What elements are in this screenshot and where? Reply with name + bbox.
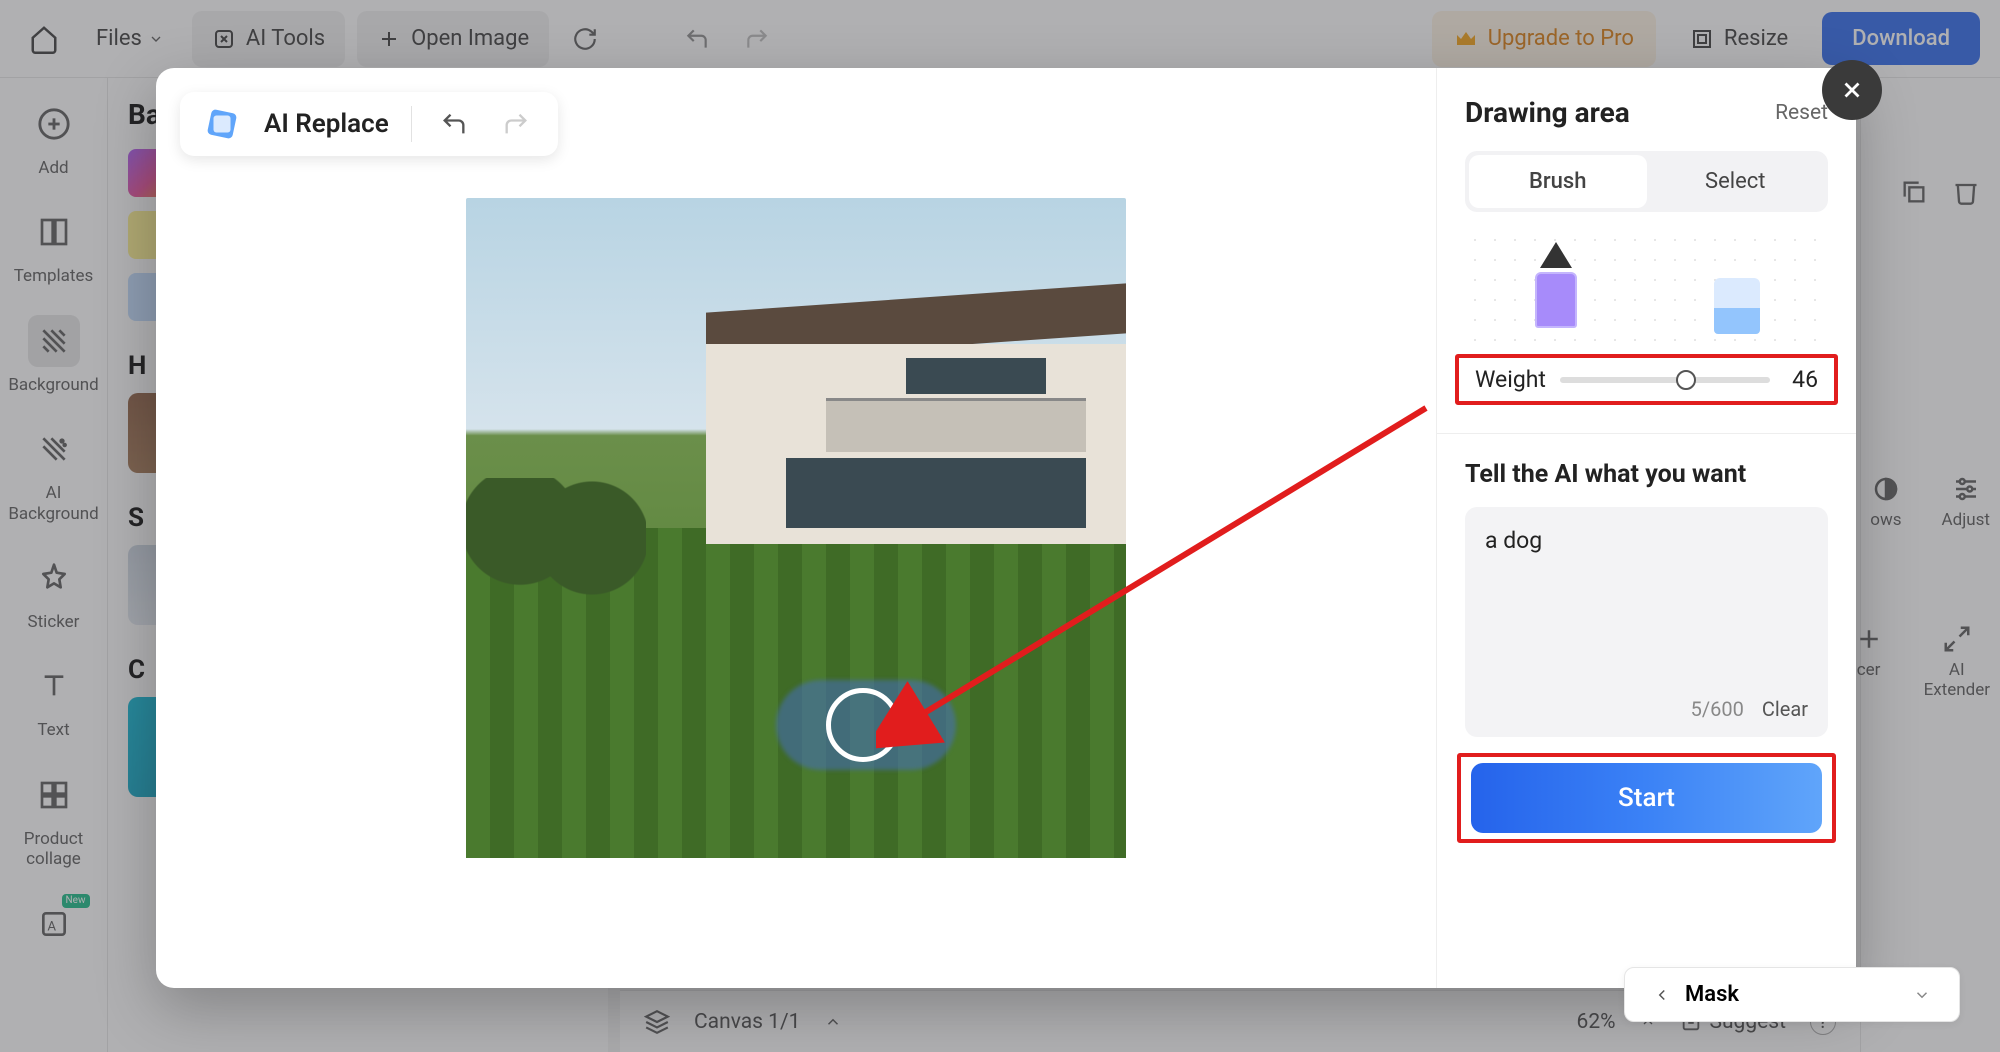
tab-select[interactable]: Select — [1647, 155, 1825, 208]
image-house — [706, 298, 1126, 558]
mask-button[interactable]: Mask — [1624, 967, 1960, 1022]
separator — [411, 106, 412, 142]
tab-brush[interactable]: Brush — [1469, 155, 1647, 208]
prompt-textarea[interactable]: a dog 5/600 Clear — [1465, 507, 1828, 737]
tool-mode-segment: Brush Select — [1465, 151, 1828, 212]
start-button[interactable]: Start — [1471, 763, 1822, 833]
start-label: Start — [1618, 783, 1675, 813]
weight-label: Weight — [1475, 366, 1546, 393]
prompt-title: Tell the AI what you want — [1465, 460, 1828, 489]
image-trees — [466, 478, 646, 598]
modal-right-panel: Drawing area Reset Brush Select Weight — [1436, 68, 1856, 988]
redo-icon — [502, 110, 530, 138]
clear-button[interactable]: Clear — [1762, 697, 1808, 721]
panel-title: Drawing area — [1465, 96, 1630, 129]
modal-title: AI Replace — [264, 109, 389, 139]
tool-icons-row — [1465, 230, 1828, 352]
eraser-tool[interactable] — [1712, 242, 1762, 332]
modal-toolbar: AI Replace — [180, 92, 558, 156]
undo-icon — [440, 110, 468, 138]
chevron-left-icon — [1653, 986, 1671, 1004]
prompt-text: a dog — [1485, 527, 1542, 554]
close-icon — [1839, 77, 1865, 103]
ai-replace-icon — [202, 104, 242, 144]
char-count: 5/600 — [1691, 697, 1744, 721]
slider-thumb[interactable] — [1676, 370, 1696, 390]
weight-value: 46 — [1784, 366, 1818, 393]
ai-replace-modal: AI Replace — [156, 68, 1856, 988]
reset-button[interactable]: Reset — [1775, 101, 1828, 125]
modal-canvas-area: AI Replace — [156, 68, 1436, 988]
modal-redo-button[interactable] — [496, 104, 536, 144]
chevron-down-icon — [1913, 986, 1931, 1004]
close-button[interactable] — [1822, 60, 1882, 120]
weight-control: Weight 46 — [1465, 352, 1828, 407]
weight-slider[interactable] — [1560, 377, 1770, 383]
pen-tool[interactable] — [1531, 242, 1581, 332]
brush-cursor — [826, 688, 900, 762]
canvas-image[interactable] — [466, 198, 1126, 858]
divider — [1437, 433, 1856, 434]
modal-undo-button[interactable] — [434, 104, 474, 144]
